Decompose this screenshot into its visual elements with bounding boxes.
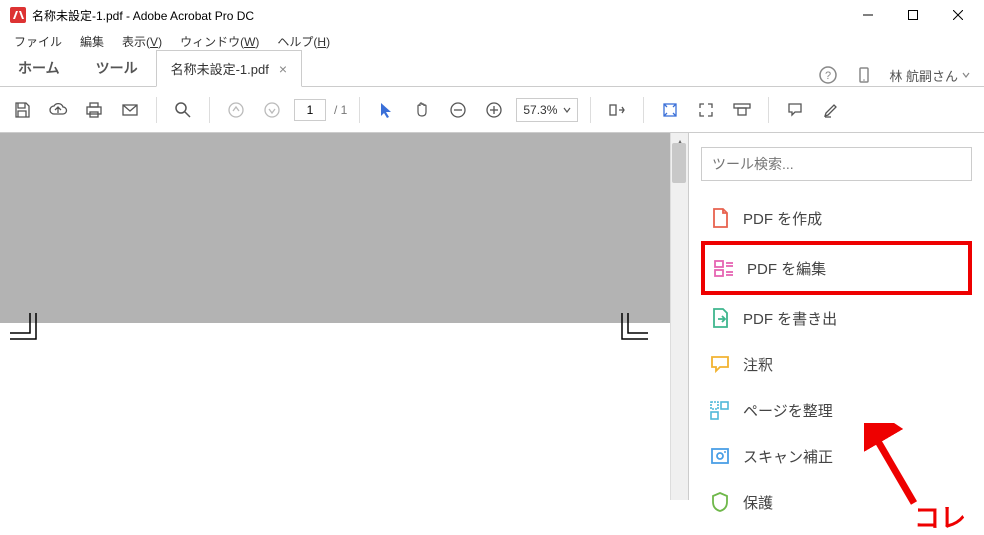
save-icon[interactable] [8, 96, 36, 124]
window-title: 名称未設定-1.pdf - Adobe Acrobat Pro DC [32, 7, 845, 24]
zoom-out-icon[interactable] [444, 96, 472, 124]
cloud-icon[interactable] [44, 96, 72, 124]
document-tab[interactable]: 名称未設定-1.pdf × [156, 50, 302, 87]
tool-label: ページを整理 [743, 400, 833, 421]
zoom-in-icon[interactable] [480, 96, 508, 124]
search-icon[interactable] [169, 96, 197, 124]
mobile-icon[interactable] [853, 64, 875, 86]
tool-search-input[interactable] [701, 147, 972, 181]
separator [590, 97, 591, 123]
tool-enhance-scan[interactable]: スキャン補正 [701, 433, 972, 479]
annotation-label: コレ [914, 498, 966, 535]
tool-edit-pdf[interactable]: PDF を編集 [701, 241, 972, 295]
separator [359, 97, 360, 123]
comment-tool-icon [709, 353, 731, 375]
menu-help[interactable]: ヘルプ(H) [269, 31, 338, 52]
separator [643, 97, 644, 123]
separator [768, 97, 769, 123]
tool-label: PDF を書き出 [743, 308, 837, 329]
vertical-scrollbar[interactable]: ▴ [670, 133, 688, 500]
document-page [0, 323, 670, 500]
page-total: / 1 [334, 103, 347, 117]
separator [209, 97, 210, 123]
comment-icon[interactable] [781, 96, 809, 124]
document-tab-label: 名称未設定-1.pdf [171, 59, 269, 78]
tool-list: PDF を作成 PDF を編集 PDF を書き出 注釈 ページを整理 スキャン補… [701, 195, 972, 525]
page-down-icon[interactable] [258, 96, 286, 124]
help-icon[interactable]: ? [817, 64, 839, 86]
user-menu[interactable]: 林 航嗣さん [889, 66, 970, 85]
tool-organize-pages[interactable]: ページを整理 [701, 387, 972, 433]
tab-home[interactable]: ホーム [0, 50, 78, 86]
document-canvas[interactable]: 血 然 宮 , 口 ▴ [0, 133, 688, 500]
svg-text:?: ? [825, 70, 831, 82]
print-icon[interactable] [80, 96, 108, 124]
mail-icon[interactable] [116, 96, 144, 124]
close-tab-icon[interactable]: × [279, 61, 287, 77]
page-up-icon[interactable] [222, 96, 250, 124]
tool-export-pdf[interactable]: PDF を書き出 [701, 295, 972, 341]
tool-label: PDF を作成 [743, 208, 822, 229]
menu-window[interactable]: ウィンドウ(W) [172, 31, 267, 52]
export-pdf-icon [709, 307, 731, 329]
tool-create-pdf[interactable]: PDF を作成 [701, 195, 972, 241]
window-controls [845, 1, 980, 29]
highlight-icon[interactable] [817, 96, 845, 124]
organize-icon [709, 399, 731, 421]
read-mode-icon[interactable] [728, 96, 756, 124]
separator [156, 97, 157, 123]
close-button[interactable] [935, 1, 980, 29]
hand-icon[interactable] [408, 96, 436, 124]
tabbar: ホーム ツール 名称未設定-1.pdf × ? 林 航嗣さん [0, 52, 984, 87]
minimize-button[interactable] [845, 1, 890, 29]
create-pdf-icon [709, 207, 731, 229]
tool-label: 注釈 [743, 354, 773, 375]
tool-label: PDF を編集 [747, 258, 826, 279]
fullscreen-icon[interactable] [692, 96, 720, 124]
tool-label: スキャン補正 [743, 446, 833, 467]
menubar: ファイル 編集 表示(V) ウィンドウ(W) ヘルプ(H) [0, 30, 984, 52]
page-number-input[interactable] [294, 99, 326, 121]
edit-pdf-icon [713, 257, 735, 279]
titlebar: 名称未設定-1.pdf - Adobe Acrobat Pro DC [0, 0, 984, 30]
menu-view[interactable]: 表示(V) [114, 31, 170, 52]
zoom-select[interactable]: 57.3% [516, 98, 578, 122]
pointer-icon[interactable] [372, 96, 400, 124]
canvas-background [0, 133, 670, 323]
tool-label: 保護 [743, 492, 773, 513]
tool-comment[interactable]: 注釈 [701, 341, 972, 387]
tools-sidebar: PDF を作成 PDF を編集 PDF を書き出 注釈 ページを整理 スキャン補… [688, 133, 984, 500]
menu-file[interactable]: ファイル [6, 31, 70, 52]
fit-width-icon[interactable] [603, 96, 631, 124]
scroll-thumb[interactable] [672, 143, 686, 183]
maximize-button[interactable] [890, 1, 935, 29]
app-icon [10, 7, 26, 23]
protect-icon [709, 491, 731, 513]
scan-icon [709, 445, 731, 467]
toolbar: / 1 57.3% [0, 87, 984, 133]
tab-tools[interactable]: ツール [78, 50, 156, 86]
menu-edit[interactable]: 編集 [72, 31, 112, 52]
fit-page-icon[interactable] [656, 96, 684, 124]
main-area: 血 然 宮 , 口 ▴ PDF を作成 PDF を編集 PDF を書き出 注 [0, 133, 984, 500]
